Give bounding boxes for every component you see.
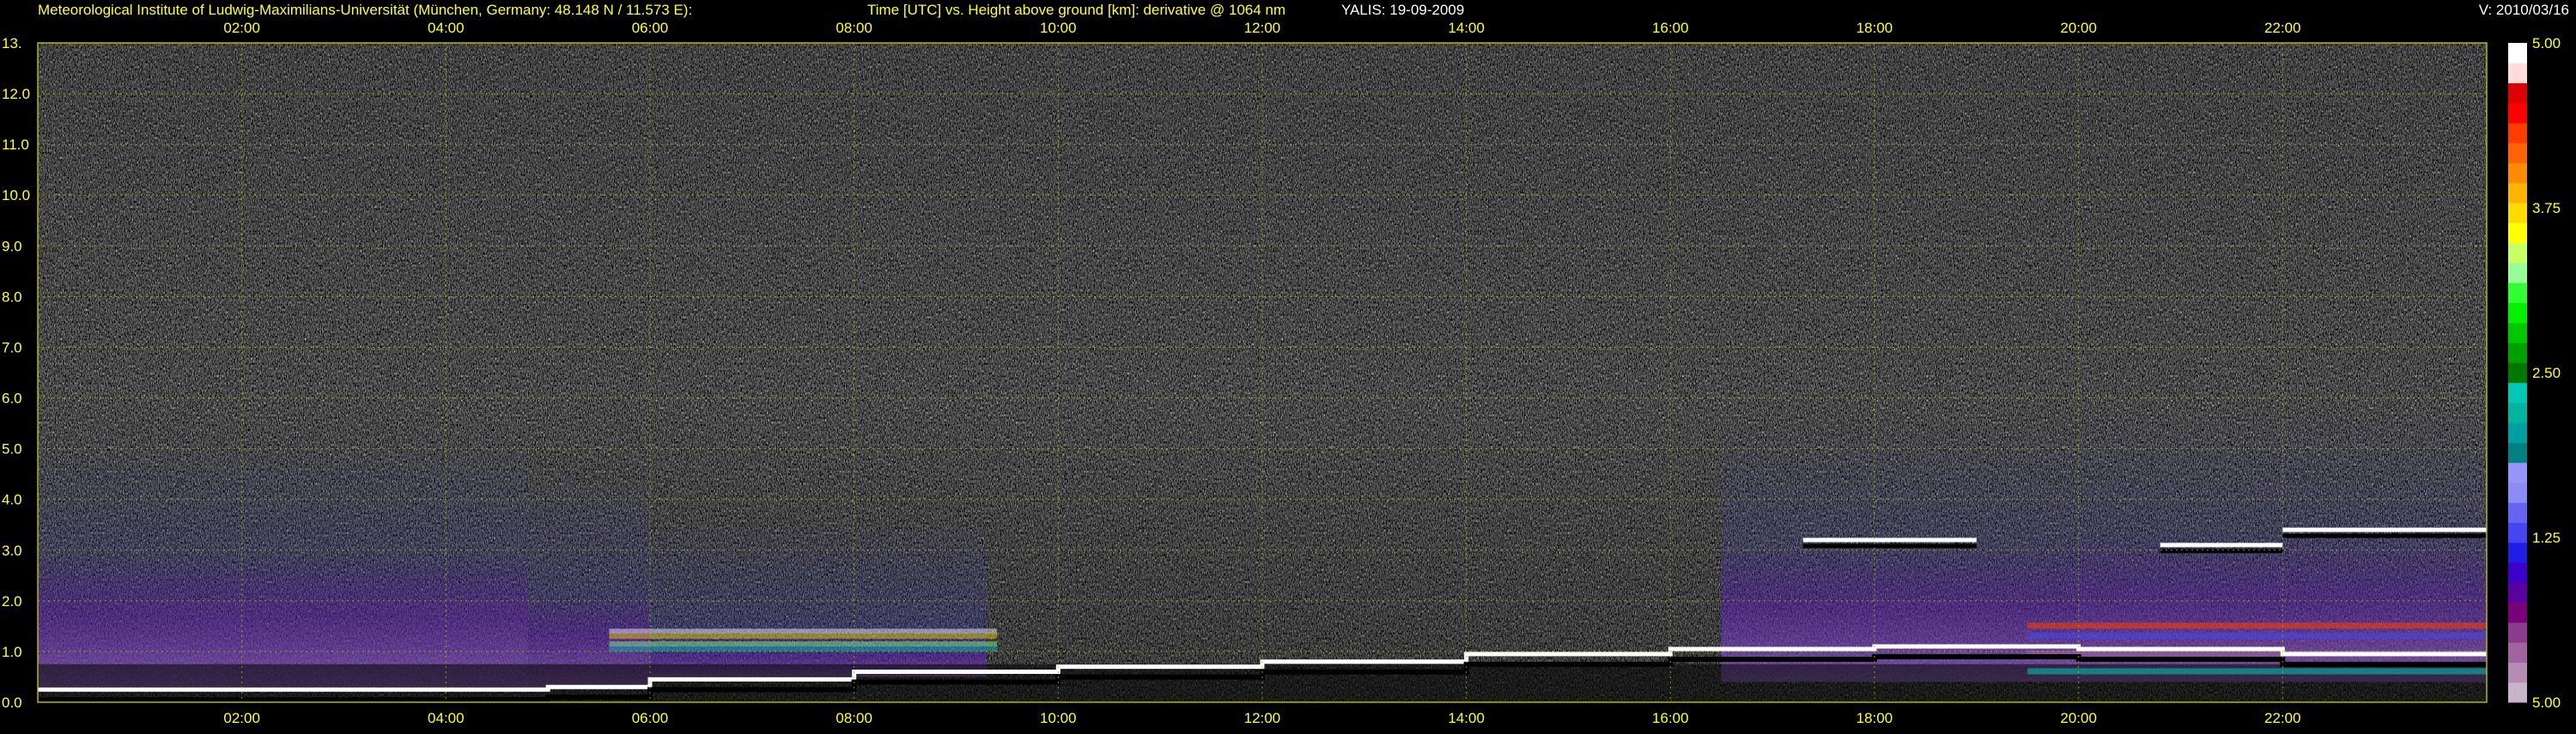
y-tick-label: 7.0 (2, 339, 22, 355)
colorbar-swatch (2508, 382, 2527, 403)
colorbar-swatch (2508, 602, 2527, 623)
y-tick-label: 2.0 (2, 593, 22, 610)
y-tick-label: 11.0 (2, 136, 29, 153)
x-tick-label-top: 22:00 (2264, 20, 2301, 36)
x-tick-label-bottom: 22:00 (2264, 710, 2301, 726)
instrument-date-label: YALIS: 19-09-2009 (1341, 2, 1464, 18)
x-tick-label-top: 20:00 (2060, 20, 2097, 36)
x-tick-label-bottom: 04:00 (428, 710, 465, 726)
x-tick-label-top: 12:00 (1244, 20, 1281, 36)
x-tick-label-bottom: 08:00 (835, 710, 872, 726)
y-tick-label: 10.0 (2, 187, 30, 203)
colorbar-swatch (2508, 542, 2527, 563)
y-tick-label: 6.0 (2, 391, 22, 407)
burst-band-2 (609, 634, 998, 640)
burst-band-0 (609, 646, 998, 652)
colorbar-tick-label: 5.00 (2532, 35, 2561, 52)
colorbar-swatch (2508, 182, 2527, 203)
colorbar-tick-label: 2.50 (2532, 365, 2561, 381)
colorbar-swatch (2508, 482, 2527, 503)
colorbar-swatch (2508, 582, 2527, 604)
burst-band-1 (609, 641, 998, 647)
x-tick-label-top: 14:00 (1448, 20, 1485, 36)
y-tick-label: 0.0 (2, 695, 22, 711)
colorbar-swatch (2508, 442, 2527, 464)
x-tick-label-bottom: 14:00 (1448, 710, 1485, 726)
colorbar-swatch (2508, 362, 2527, 384)
colorbar-swatch (2508, 123, 2527, 143)
colorbar-tick-label: 5.00 (2532, 695, 2561, 711)
evening-band-3 (2027, 622, 2487, 629)
colorbar-swatch (2508, 242, 2527, 264)
colorbar-swatch (2508, 662, 2527, 683)
lidar-chart: 02:00 04:00 06:00 08:00 10:00 12:00 14:00 16:00… (0, 0, 2576, 730)
colorbar-swatch (2508, 302, 2527, 324)
colorbar-swatch (2508, 422, 2527, 443)
x-tick-label-bottom: 02:00 (223, 710, 260, 726)
colorbar-swatch (2508, 622, 2527, 643)
x-tick-label-top: 18:00 (1856, 20, 1893, 36)
y-tick-label: 4.0 (2, 492, 22, 508)
colorbar-swatch (2508, 143, 2527, 164)
x-tick-label-bottom: 16:00 (1652, 710, 1689, 726)
y-tick-label: 3.0 (2, 543, 22, 559)
colorbar-swatch (2508, 522, 2527, 543)
x-tick-label-top: 02:00 (223, 20, 260, 36)
y-tick-label: 9.0 (2, 238, 22, 254)
colorbar-swatch (2508, 43, 2527, 64)
colorbar-swatch (2508, 102, 2527, 124)
colorbar-swatch (2508, 343, 2527, 363)
chart-title: Time [UTC] vs. Height above ground [km]:… (867, 2, 1285, 18)
version-label: V: 2010/03/16 (2479, 2, 2569, 18)
y-tick-label: 1.0 (2, 644, 22, 660)
x-tick-label-top: 04:00 (428, 20, 465, 36)
colorbar-tick-label: 1.25 (2532, 530, 2561, 546)
y-tick-label: 12.0 (2, 86, 30, 102)
colorbar-swatch (2508, 462, 2527, 483)
burst-band-3 (609, 628, 998, 634)
colorbar-swatch (2508, 282, 2527, 304)
x-tick-label-bottom: 20:00 (2060, 710, 2097, 726)
x-tick-label-top: 16:00 (1652, 20, 1689, 36)
colorbar-swatch (2508, 82, 2527, 104)
colorbar-swatch (2508, 63, 2527, 84)
evening-band-0 (2027, 668, 2487, 675)
y-tick-label: 8.0 (2, 288, 22, 305)
x-tick-label-top: 10:00 (1040, 20, 1077, 36)
colorbar-swatch (2508, 322, 2527, 343)
institute-label: Meteorological Institute of Ludwig-Maxim… (38, 2, 692, 18)
colorbar-swatch (2508, 562, 2527, 583)
x-tick-label-bottom: 12:00 (1244, 710, 1281, 726)
x-tick-label-top: 06:00 (632, 20, 669, 36)
colorbar-tick-label: 3.75 (2532, 200, 2561, 216)
colorbar-swatch (2508, 263, 2527, 283)
x-tick-label-bottom: 18:00 (1856, 710, 1893, 726)
evening-band-2 (2027, 633, 2487, 640)
plot-area (37, 42, 2488, 703)
x-tick-label-top: 08:00 (835, 20, 872, 36)
colorbar-swatch (2508, 502, 2527, 524)
colorbar-swatch (2508, 162, 2527, 184)
colorbar-swatch (2508, 682, 2527, 703)
colorbar-swatch (2508, 203, 2527, 223)
colorbar-swatch (2508, 402, 2527, 423)
x-tick-label-bottom: 10:00 (1040, 710, 1077, 726)
colorbar-swatch (2508, 222, 2527, 244)
x-tick-label-bottom: 06:00 (632, 710, 669, 726)
y-tick-label: 13. (2, 35, 22, 52)
y-tick-label: 5.0 (2, 441, 22, 458)
colorbar-swatch (2508, 642, 2527, 663)
chart-svg: 02:00 04:00 06:00 08:00 10:00 12:00 14:00 16:00… (0, 0, 2576, 730)
